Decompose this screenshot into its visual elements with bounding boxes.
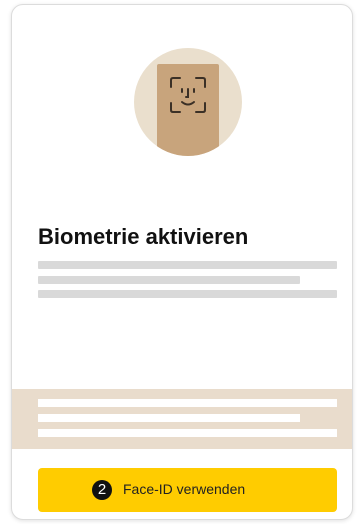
face-id-icon xyxy=(170,77,206,113)
info-band xyxy=(12,389,352,449)
biometrics-card: Biometrie aktivieren 2 Face-ID verwenden xyxy=(11,4,353,520)
placeholder-text-line xyxy=(38,429,337,437)
placeholder-text-line xyxy=(38,290,337,298)
step-badge: 2 xyxy=(92,480,112,500)
button-label: Face-ID verwenden xyxy=(123,481,246,497)
placeholder-text-line xyxy=(38,399,337,407)
placeholder-text-line xyxy=(38,414,300,422)
placeholder-text-line xyxy=(38,261,337,269)
placeholder-text-line xyxy=(38,276,300,284)
page-title: Biometrie aktivieren xyxy=(38,224,249,249)
hero-illustration xyxy=(134,48,242,156)
use-face-id-button[interactable]: 2 Face-ID verwenden xyxy=(38,468,337,512)
